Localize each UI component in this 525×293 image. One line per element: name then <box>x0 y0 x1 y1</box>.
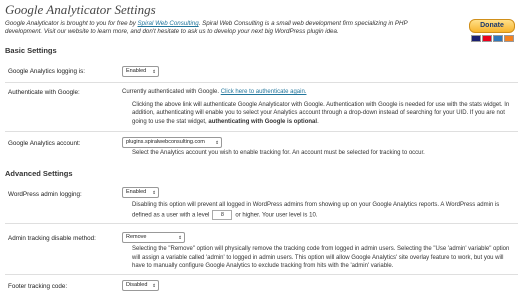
logging-label: Google Analytics logging is: <box>8 68 86 75</box>
visa-icon <box>470 35 481 42</box>
divider <box>5 131 518 132</box>
mastercard-icon <box>481 35 492 42</box>
account-select[interactable]: plugins.spiralwebconsulting.com ⇕ <box>122 137 222 148</box>
divider <box>5 223 518 224</box>
auth-status: Currently authenticated with Google. <box>122 89 221 95</box>
admin-logging-row: Enabled ⇕ Disabling this option will prev… <box>122 187 514 220</box>
account-description: Select the Analytics account you wish to… <box>132 150 425 156</box>
chevron-updown-icon: ⇕ <box>152 283 156 288</box>
admin-logging-label: WordPress admin logging: <box>8 191 82 198</box>
page-title: Google Analyticator Settings <box>5 2 156 17</box>
footer-select[interactable]: Disabled ⇕ <box>122 280 159 291</box>
admin-tracking-label: Admin tracking disable method: <box>8 235 96 242</box>
spiral-link[interactable]: Spiral Web Consulting <box>138 20 199 27</box>
divider <box>5 82 518 83</box>
logging-select[interactable]: Enabled ⇕ <box>122 66 159 77</box>
auth-description: Clicking the above link will authenticat… <box>132 101 510 125</box>
chevron-updown-icon: ⇕ <box>178 235 182 240</box>
admin-tracking-select-value: Remove <box>126 234 147 240</box>
account-row: plugins.spiralwebconsulting.com ⇕ Select … <box>122 137 514 158</box>
admin-logging-select-value: Enabled <box>126 189 147 195</box>
footer-select-value: Disabled <box>126 282 148 288</box>
footer-row: Disabled ⇕ <box>122 280 514 291</box>
card-logos <box>462 35 522 42</box>
amex-icon <box>492 35 503 42</box>
admin-tracking-description: Selecting the "Remove" option will physi… <box>132 246 510 269</box>
basic-settings-heading: Basic Settings <box>5 46 57 55</box>
advanced-settings-heading: Advanced Settings <box>5 169 73 178</box>
admin-tracking-row: Remove ⇕ Selecting the "Remove" option wi… <box>122 232 514 271</box>
chevron-updown-icon: ⇕ <box>215 140 219 145</box>
admin-logging-select[interactable]: Enabled ⇕ <box>122 187 159 198</box>
donate-area: Donate <box>462 19 522 45</box>
footer-label: Footer tracking code: <box>8 283 68 290</box>
admin-tracking-select[interactable]: Remove ⇕ <box>122 232 185 243</box>
authenticate-link[interactable]: Click here to authenticate again. <box>221 89 307 95</box>
auth-label: Authenticate with Google: <box>8 89 80 96</box>
intro-before: Google Analyticator is brought to you fo… <box>5 20 138 27</box>
discover-icon <box>503 35 514 42</box>
donate-button[interactable]: Donate <box>469 19 515 33</box>
account-label: Google Analytics account: <box>8 140 81 147</box>
intro-text: Google Analyticator is brought to you fo… <box>5 20 425 36</box>
user-level-input[interactable]: 8 <box>212 209 233 220</box>
logging-select-value: Enabled <box>126 68 147 74</box>
auth-row: Currently authenticated with Google. Cli… <box>122 88 514 126</box>
divider <box>5 274 518 275</box>
account-select-value: plugins.spiralwebconsulting.com <box>126 139 205 145</box>
chevron-updown-icon: ⇕ <box>152 69 156 74</box>
logging-row: Enabled ⇕ <box>122 66 514 77</box>
admin-logging-description: Disabling this option will prevent all l… <box>132 202 500 220</box>
chevron-updown-icon: ⇕ <box>152 190 156 195</box>
